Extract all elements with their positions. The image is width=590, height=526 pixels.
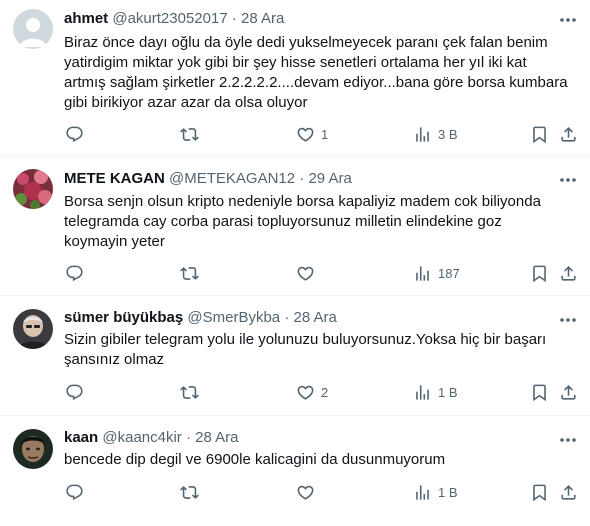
more-icon[interactable] [558, 10, 578, 30]
views-button[interactable]: 187 [413, 261, 460, 285]
avatar[interactable] [13, 9, 53, 49]
display-name[interactable]: sümer büyükbaş [64, 309, 183, 326]
retweet-icon [180, 127, 199, 141]
more-icon[interactable] [558, 310, 578, 330]
handle[interactable]: @SmerBykba [187, 309, 280, 326]
profile-photo-icon [13, 169, 53, 209]
action-bar: 187 [56, 261, 590, 285]
separator: · [284, 309, 290, 326]
retweet-icon [180, 385, 199, 399]
tweet-date[interactable]: 29 Ara [308, 170, 351, 187]
like-icon [297, 127, 314, 142]
avatar[interactable] [13, 429, 53, 469]
handle[interactable]: @akurt23052017 [112, 10, 227, 27]
profile-photo-icon [13, 309, 53, 349]
more-icon[interactable] [558, 430, 578, 450]
bookmark-icon [533, 265, 546, 282]
retweet-button[interactable] [180, 261, 205, 285]
like-button[interactable]: 1 [296, 122, 328, 146]
share-icon [561, 384, 576, 400]
reply-button[interactable] [65, 380, 90, 404]
reply-button[interactable] [65, 122, 90, 146]
reply-icon [66, 126, 83, 142]
views-button[interactable]: 1 B [413, 380, 458, 404]
action-bar: 1 B [56, 480, 590, 504]
bookmark-button[interactable] [530, 380, 549, 404]
tweet-text: Borsa senjn olsun kripto nedeniyle borsa… [64, 193, 541, 250]
like-icon [297, 485, 314, 500]
tweet-header: ahmet @akurt23052017 · 28 Ara [64, 9, 550, 29]
views-icon [416, 126, 429, 142]
tweet-text: Biraz önce dayı oğlu da öyle dedi yuksel… [64, 34, 568, 111]
separator: · [185, 429, 191, 446]
views-count: 1 B [438, 484, 458, 500]
like-button[interactable]: 2 [296, 380, 328, 404]
bookmark-icon [533, 126, 546, 143]
reply-button[interactable] [65, 480, 90, 504]
handle[interactable]: @kaanc4kir [102, 429, 181, 446]
tweet-header: kaan @kaanc4kir · 28 Ara [64, 428, 550, 448]
like-icon [297, 385, 314, 400]
retweet-icon [180, 485, 199, 499]
default-avatar-icon [19, 18, 47, 47]
tweet[interactable]: kaan @kaanc4kir · 28 Ara bencede dip deg… [0, 417, 590, 526]
views-icon [416, 265, 429, 281]
views-button[interactable]: 1 B [413, 480, 458, 504]
share-icon [561, 126, 576, 142]
retweet-icon [180, 266, 199, 280]
bookmark-icon [533, 384, 546, 401]
display-name[interactable]: kaan [64, 429, 98, 446]
tweet-date[interactable]: 28 Ara [294, 309, 337, 326]
tweet-date[interactable]: 28 Ara [241, 10, 284, 27]
retweet-button[interactable] [180, 480, 205, 504]
views-button[interactable]: 3 B [413, 122, 458, 146]
views-count: 3 B [438, 126, 458, 142]
separator: · [299, 170, 305, 187]
tweet-date[interactable]: 28 Ara [195, 429, 238, 446]
tweet-header: sümer büyükbaş @SmerBykba · 28 Ara [64, 308, 550, 328]
share-icon [561, 484, 576, 500]
bookmark-button[interactable] [530, 480, 549, 504]
display-name[interactable]: METE KAGAN [64, 170, 165, 187]
bookmark-button[interactable] [530, 122, 549, 146]
profile-photo-icon [13, 429, 53, 469]
retweet-button[interactable] [180, 122, 205, 146]
share-button[interactable] [559, 380, 578, 404]
like-icon [297, 266, 314, 281]
like-count: 2 [321, 384, 329, 400]
views-icon [416, 484, 429, 500]
reply-button[interactable] [65, 261, 90, 285]
action-bar: 1 3 B [56, 122, 590, 146]
avatar[interactable] [13, 309, 53, 349]
tweet-text: Sizin gibiler telegram yolu ile yolunuzu… [64, 331, 547, 368]
bookmark-icon [533, 484, 546, 501]
bookmark-button[interactable] [530, 261, 549, 285]
share-button[interactable] [559, 480, 578, 504]
retweet-button[interactable] [180, 380, 205, 404]
like-button[interactable] [296, 480, 321, 504]
tweet[interactable]: METE KAGAN @METEKAGAN12 · 29 Ara Borsa s… [0, 157, 590, 296]
tweet-header: METE KAGAN @METEKAGAN12 · 29 Ara [64, 169, 550, 189]
action-bar: 2 1 B [56, 380, 590, 404]
share-button[interactable] [559, 122, 578, 146]
reply-icon [66, 265, 83, 281]
separator: · [231, 10, 237, 27]
like-button[interactable] [296, 261, 321, 285]
handle[interactable]: @METEKAGAN12 [169, 170, 295, 187]
views-count: 187 [438, 265, 460, 281]
views-count: 1 B [438, 384, 458, 400]
tweet[interactable]: sümer büyükbaş @SmerBykba · 28 Ara Sizin… [0, 297, 590, 416]
reply-icon [66, 384, 83, 400]
share-icon [561, 265, 576, 281]
avatar[interactable] [13, 169, 53, 209]
share-button[interactable] [559, 261, 578, 285]
tweet[interactable]: ahmet @akurt23052017 · 28 Ara Biraz önce… [0, 0, 590, 156]
like-count: 1 [321, 126, 329, 142]
views-icon [416, 384, 429, 400]
display-name[interactable]: ahmet [64, 10, 108, 27]
more-icon[interactable] [558, 170, 578, 190]
tweet-text: bencede dip degil ve 6900le kalicagini d… [64, 451, 446, 468]
reply-icon [66, 484, 83, 500]
